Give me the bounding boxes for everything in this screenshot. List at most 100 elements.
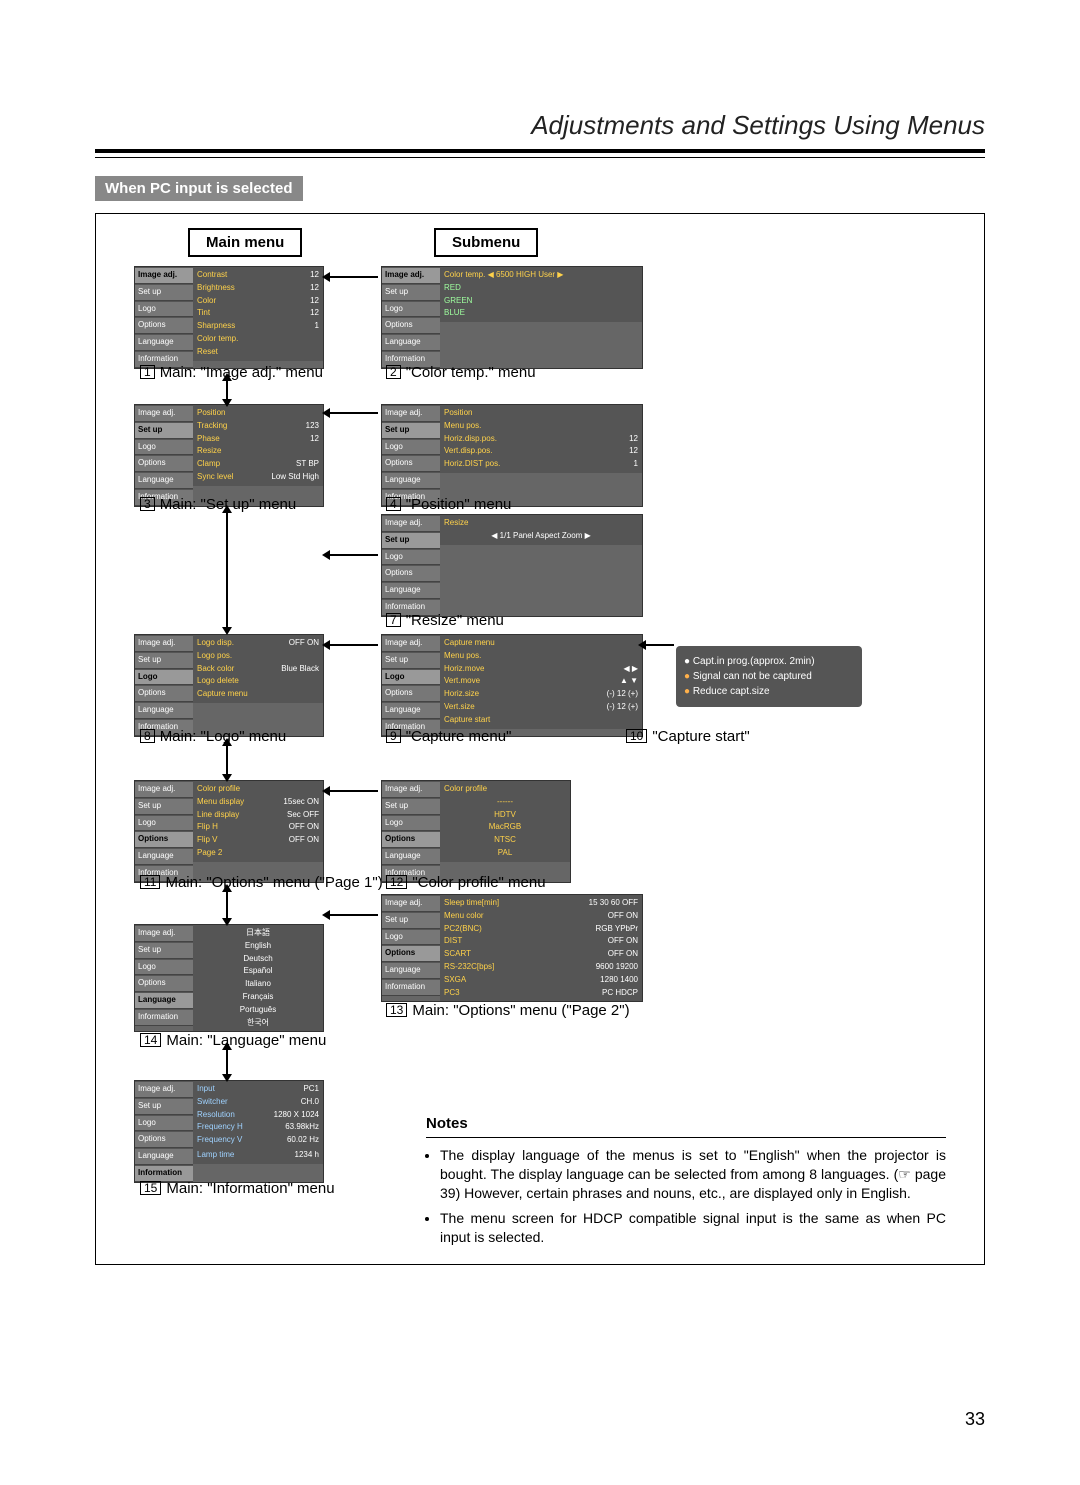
osd-sidebar-item: Image adj. (135, 781, 193, 798)
ref-number-7: 7 (386, 613, 401, 627)
flow-arrow-icon (644, 644, 674, 646)
osd-sidebar-item: Logo (382, 669, 440, 686)
osd-sidebar-item: Set up (135, 1098, 193, 1115)
osd-row: 한국어 (197, 1017, 319, 1030)
osd-sidebar-item: Options (135, 685, 193, 702)
osd-sidebar-item: Language (135, 472, 193, 489)
osd-row: Frequency V60.02 Hz (197, 1134, 319, 1147)
osd-options-p1: Image adj.Set upLogoOptionsLanguageInfor… (134, 780, 324, 883)
osd-row: Capture start (444, 714, 638, 727)
page-header-title: Adjustments and Settings Using Menus (95, 110, 985, 141)
osd-row: Logo pos. (197, 650, 319, 663)
osd-row: 日本語 (197, 927, 319, 940)
osd-row: PC2(BNC)RGB YPbPr (444, 923, 638, 936)
osd-row: GREEN (444, 295, 638, 308)
osd-position: Image adj.Set upLogoOptionsLanguageInfor… (381, 404, 643, 507)
osd-row: Sleep time[min]15 30 60 OFF (444, 897, 638, 910)
rule-thin (95, 157, 985, 158)
osd-sidebar-item: Language (382, 472, 440, 489)
osd-sidebar-item: Logo (135, 815, 193, 832)
osd-sidebar-item: Image adj. (135, 1081, 193, 1098)
osd-sidebar-item: Language (135, 1148, 193, 1165)
caption-color-temp: 2"Color temp." menu (386, 364, 536, 381)
osd-row: Vert.disp.pos.12 (444, 445, 638, 458)
ref-number-3: 3 (140, 497, 155, 511)
osd-sidebar-item: Image adj. (382, 895, 440, 912)
osd-resize: Image adj.Set upLogoOptionsLanguageInfor… (381, 514, 643, 617)
osd-sidebar-item: Language (135, 992, 193, 1009)
osd-sidebar-item: Language (135, 848, 193, 865)
osd-row: ◀ 1/1 Panel Aspect Zoom ▶ (444, 530, 638, 543)
osd-sidebar-item: Logo (382, 929, 440, 946)
osd-row: Horiz.move◀ ▶ (444, 663, 638, 676)
osd-sidebar-item: Language (135, 702, 193, 719)
osd-sidebar-item: Options (135, 975, 193, 992)
osd-sidebar-item: Image adj. (382, 267, 440, 284)
caption-capture: 9"Capture menu" (386, 728, 511, 745)
caption-options-p2: 13Main: "Options" menu ("Page 2") (386, 1002, 630, 1019)
heading-submenu: Submenu (434, 228, 538, 257)
caption-position: 4"Position" menu (386, 496, 511, 513)
osd-row: Tint12 (197, 307, 319, 320)
notes-title: Notes (426, 1114, 946, 1134)
osd-sidebar-item: Options (135, 831, 193, 848)
popup-capture-start: ● Capt.in prog.(approx. 2min) ● Signal c… (676, 646, 862, 707)
osd-row: Resize (197, 445, 319, 458)
flow-arrow-icon (226, 890, 228, 920)
ref-number-8: 8 (140, 729, 155, 743)
osd-sidebar-item: Set up (382, 652, 440, 669)
osd-row: Português (197, 1004, 319, 1017)
osd-sidebar-item: Set up (135, 422, 193, 439)
ref-number-12: 12 (386, 875, 407, 889)
osd-sidebar-item: Options (382, 685, 440, 702)
section-badge: When PC input is selected (95, 176, 303, 201)
flow-arrow-icon (328, 412, 378, 414)
osd-row: InputPC1 (197, 1083, 319, 1096)
caption-color-profile: 12"Color profile" menu (386, 874, 546, 891)
osd-sidebar-item: Options (135, 1131, 193, 1148)
osd-row: Capture menu (444, 637, 638, 650)
ref-number-15: 15 (140, 1181, 161, 1195)
osd-row: Position (197, 407, 319, 420)
osd-row: Color temp. (197, 333, 319, 346)
osd-sidebar-item: Options (382, 945, 440, 962)
osd-sidebar-item: Image adj. (135, 267, 193, 284)
osd-row: Horiz.disp.pos.12 (444, 433, 638, 446)
osd-sidebar-item: Language (382, 962, 440, 979)
osd-setup: Image adj.Set upLogoOptionsLanguageInfor… (134, 404, 324, 507)
bullet-icon: ● (684, 686, 693, 697)
osd-sidebar-item: Information (382, 979, 440, 996)
osd-sidebar-item: Image adj. (135, 925, 193, 942)
osd-sidebar-item: Logo (382, 815, 440, 832)
osd-color-profile: Image adj.Set upLogoOptionsLanguageInfor… (381, 780, 571, 883)
osd-sidebar-item: Logo (135, 669, 193, 686)
osd-sidebar-item: Language (382, 334, 440, 351)
osd-row: Logo disp.OFF ON (197, 637, 319, 650)
osd-row: Menu colorOFF ON (444, 910, 638, 923)
page-number: 33 (965, 1409, 985, 1430)
flow-arrow-icon (328, 790, 378, 792)
flow-arrow-icon (328, 554, 378, 556)
osd-row: Sync levelLow Std High (197, 471, 319, 484)
notes-rule (426, 1137, 946, 1138)
osd-sidebar-item: Information (135, 1009, 193, 1026)
caption-language: 14Main: "Language" menu (140, 1032, 326, 1049)
osd-row: Menu pos. (444, 420, 638, 433)
osd-row: Lamp time1234 h (197, 1149, 319, 1162)
osd-sidebar-item: Options (382, 455, 440, 472)
flow-arrow-icon (328, 914, 378, 916)
note-bullet: The display language of the menus is set… (440, 1146, 946, 1203)
caption-options-p1: 11Main: "Options" menu ("Page 1") (140, 874, 383, 891)
osd-row: Horiz.size(-) 12 (+) (444, 688, 638, 701)
osd-row: Vert.move▲ ▼ (444, 675, 638, 688)
osd-row: Horiz.DIST pos.1 (444, 458, 638, 471)
caption-resize: 7"Resize" menu (386, 612, 504, 629)
osd-row: SwitcherCH.0 (197, 1096, 319, 1109)
osd-row: Brightness12 (197, 282, 319, 295)
osd-sidebar-item: Options (382, 565, 440, 582)
osd-sidebar-item: Logo (382, 549, 440, 566)
osd-color-temp: Image adj.Set upLogoOptionsLanguageInfor… (381, 266, 643, 369)
osd-sidebar-item: Set up (135, 652, 193, 669)
osd-row: Sharpness1 (197, 320, 319, 333)
osd-sidebar-item: Logo (382, 439, 440, 456)
